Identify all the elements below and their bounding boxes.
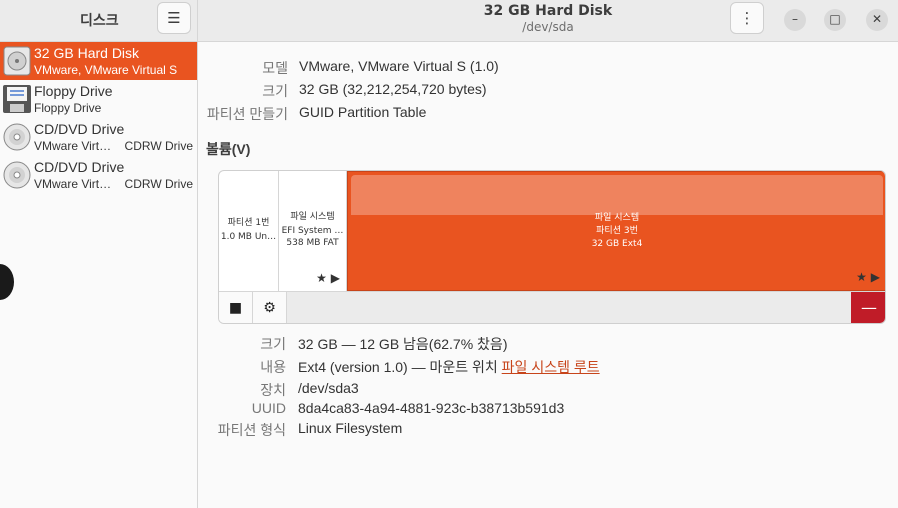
partitioning-value: GUID Partition Table (299, 104, 427, 120)
partition-options-button[interactable]: ⚙ (253, 292, 287, 323)
close-icon: ✕ (871, 12, 883, 26)
volume-size-value: 32 GB — 12 GB 남음(62.7% 찼음) (298, 336, 508, 352)
drive-tag: CDRW Drive (124, 177, 193, 191)
selection-highlight (351, 175, 883, 215)
partition-3[interactable]: 파일 시스템 파티션 3번 32 GB Ext4 ★ ▶ (347, 171, 885, 291)
drive-tag: CDRW Drive (124, 139, 193, 153)
drive-description: Floppy Drive (34, 101, 102, 115)
drive-description: VMware Virt… (34, 139, 112, 153)
partition-size: 538 MB FAT (286, 238, 339, 248)
maximize-button[interactable]: □ (824, 9, 846, 31)
volumes-heading: 볼륨(V) (206, 141, 251, 157)
volume-toolbar: ■ ⚙ — (219, 291, 885, 323)
sidebar-header: 디스크 ☰ (0, 0, 198, 42)
model-label: 모델 (262, 60, 288, 76)
maximize-icon: □ (829, 12, 841, 26)
disk-size-value: 32 GB (32,212,254,720 bytes) (299, 81, 487, 97)
partition-type-value: Linux Filesystem (298, 420, 403, 436)
drive-name: Floppy Drive (34, 83, 113, 99)
delete-partition-button[interactable]: — (851, 292, 885, 323)
drive-description: VMware Virt… (34, 177, 112, 191)
drive-name: CD/DVD Drive (34, 121, 125, 137)
unmount-button[interactable]: ■ (219, 292, 253, 323)
contents-label: 내용 (260, 359, 286, 375)
partition-label: 파일 시스템 (594, 213, 640, 223)
minimize-button[interactable]: – (784, 9, 806, 31)
volume-map: 파티션 1번 1.0 MB Un… 파일 시스템 EFI System … 53… (218, 170, 886, 324)
model-value: VMware, VMware Virtual S (1.0) (299, 58, 499, 74)
optical-disc-icon (3, 123, 31, 151)
mount-point-link[interactable]: 파일 시스템 루트 (502, 359, 600, 375)
partition-label: 파티션 1번 (227, 218, 270, 228)
close-button[interactable]: ✕ (866, 9, 888, 31)
drive-menu-button[interactable]: ⋮ (730, 2, 764, 34)
uuid-value: 8da4ca83-4a94-4881-923c-b38713b591d3 (298, 400, 565, 416)
play-icon: ▶ (870, 270, 880, 284)
contents-value: Ext4 (version 1.0) — 마운트 위치 파일 시스템 루트 (298, 357, 600, 377)
partition-flags: ★ ▶ (856, 270, 880, 284)
partition-size: 1.0 MB Un… (220, 232, 277, 242)
main-header: 32 GB Hard Disk /dev/sda ⋮ – □ ✕ (198, 0, 898, 42)
gear-icon: ⚙ (263, 300, 276, 316)
hard-disk-icon (3, 46, 31, 76)
app-menu-button[interactable]: ☰ (157, 2, 191, 34)
drive-item-cdrom-2[interactable]: CD/DVD Drive VMware Virt… CDRW Drive (0, 156, 197, 194)
hamburger-menu-icon: ☰ (167, 9, 181, 27)
stop-icon: ■ (228, 300, 243, 316)
drive-description: VMware, VMware Virtual S (34, 63, 178, 77)
floppy-icon (3, 85, 31, 113)
uuid-label: UUID (251, 400, 286, 416)
drive-name: CD/DVD Drive (34, 159, 125, 175)
disk-size-label: 크기 (262, 83, 288, 99)
optical-disc-icon (3, 161, 31, 189)
star-icon: ★ (316, 271, 327, 285)
play-icon: ▶ (330, 271, 340, 285)
device-value: /dev/sda3 (298, 380, 359, 396)
minus-icon: — (861, 298, 877, 317)
partition-number: 파티션 3번 (596, 226, 638, 236)
partitioning-label: 파티션 만들기 (206, 106, 288, 122)
device-label: 장치 (260, 382, 286, 398)
volume-size-label: 크기 (260, 336, 286, 352)
minimize-icon: – (792, 12, 798, 26)
disks-window: 디스크 ☰ 32 GB Hard Disk /dev/sda ⋮ – □ ✕ 3 (0, 0, 898, 508)
partition-2[interactable]: 파일 시스템 EFI System … 538 MB FAT ★ ▶ (279, 171, 347, 291)
partition-size: 32 GB Ext4 (591, 239, 643, 249)
partition-type-label: 파티션 형식 (217, 422, 286, 438)
vertical-dots-icon: ⋮ (739, 9, 755, 27)
partition-flags: ★ ▶ (316, 271, 340, 285)
partition-label: 파일 시스템 (290, 212, 335, 222)
contents-text: Ext4 (version 1.0) — 마운트 위치 (298, 359, 502, 375)
sidebar-title: 디스크 (80, 13, 119, 29)
drive-name: 32 GB Hard Disk (34, 45, 140, 61)
partition-1[interactable]: 파티션 1번 1.0 MB Un… (219, 171, 279, 291)
star-icon: ★ (856, 270, 867, 284)
